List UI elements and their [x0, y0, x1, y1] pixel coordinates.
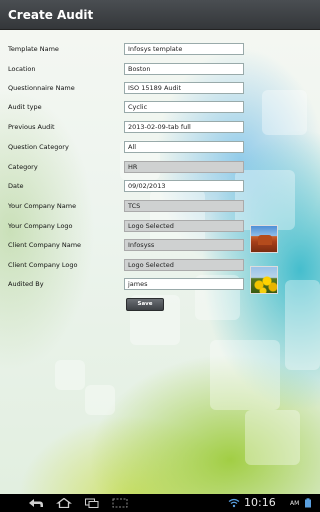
row-template-name: Template Name Infosys template [0, 43, 320, 57]
client-company-name-input: Infosyss [124, 239, 244, 251]
date-label: Date [8, 182, 24, 190]
client-company-logo-input: Logo Selected [124, 259, 244, 271]
battery-icon [305, 498, 311, 508]
your-company-logo-label: Your Company Logo [8, 222, 73, 230]
audited-by-label: Audited By [8, 280, 44, 288]
category-input: HR [124, 161, 244, 173]
clock-ampm: AM [290, 500, 300, 507]
row-category: Category HR [0, 161, 320, 175]
create-audit-form: Template Name Infosys template Location … [0, 0, 320, 512]
previous-audit-input[interactable]: 2013-02-09-tab full [124, 121, 244, 133]
date-input[interactable]: 09/02/2013 [124, 180, 244, 192]
clock-time: 10:16 [244, 496, 276, 509]
your-company-logo-image[interactable] [250, 225, 278, 253]
your-company-name-label: Your Company Name [8, 202, 77, 210]
back-icon[interactable] [28, 498, 44, 508]
row-question-category: Question Category All [0, 141, 320, 155]
audit-type-input[interactable]: Cyclic [124, 101, 244, 113]
row-your-company-name: Your Company Name TCS [0, 200, 320, 214]
audited-by-input[interactable]: james [124, 278, 244, 290]
system-bar: 10:16 AM [0, 494, 320, 512]
questionnaire-name-label: Questionnaire Name [8, 84, 75, 92]
row-date: Date 09/02/2013 [0, 180, 320, 194]
client-company-logo-image[interactable] [250, 266, 278, 294]
audit-type-label: Audit type [8, 103, 42, 111]
previous-audit-label: Previous Audit [8, 123, 55, 131]
client-company-logo-label: Client Company Logo [8, 261, 78, 269]
recent-apps-icon[interactable] [84, 498, 100, 508]
category-label: Category [8, 163, 38, 171]
row-audit-type: Audit type Cyclic [0, 101, 320, 115]
row-questionnaire-name: Questionnaire Name ISO 15189 Audit [0, 82, 320, 96]
question-category-input[interactable]: All [124, 141, 244, 153]
client-company-name-label: Client Company Name [8, 241, 82, 249]
your-company-name-input: TCS [124, 200, 244, 212]
row-location: Location Boston [0, 63, 320, 77]
screenshot-icon[interactable] [112, 498, 128, 508]
location-input[interactable]: Boston [124, 63, 244, 75]
wifi-icon [228, 498, 240, 508]
template-name-label: Template Name [8, 45, 59, 53]
row-previous-audit: Previous Audit 2013-02-09-tab full [0, 121, 320, 135]
home-icon[interactable] [56, 498, 72, 508]
questionnaire-name-input[interactable]: ISO 15189 Audit [124, 82, 244, 94]
save-button[interactable]: Save [126, 298, 164, 311]
question-category-label: Question Category [8, 143, 69, 151]
location-label: Location [8, 65, 36, 73]
your-company-logo-input: Logo Selected [124, 220, 244, 232]
template-name-input[interactable]: Infosys template [124, 43, 244, 55]
